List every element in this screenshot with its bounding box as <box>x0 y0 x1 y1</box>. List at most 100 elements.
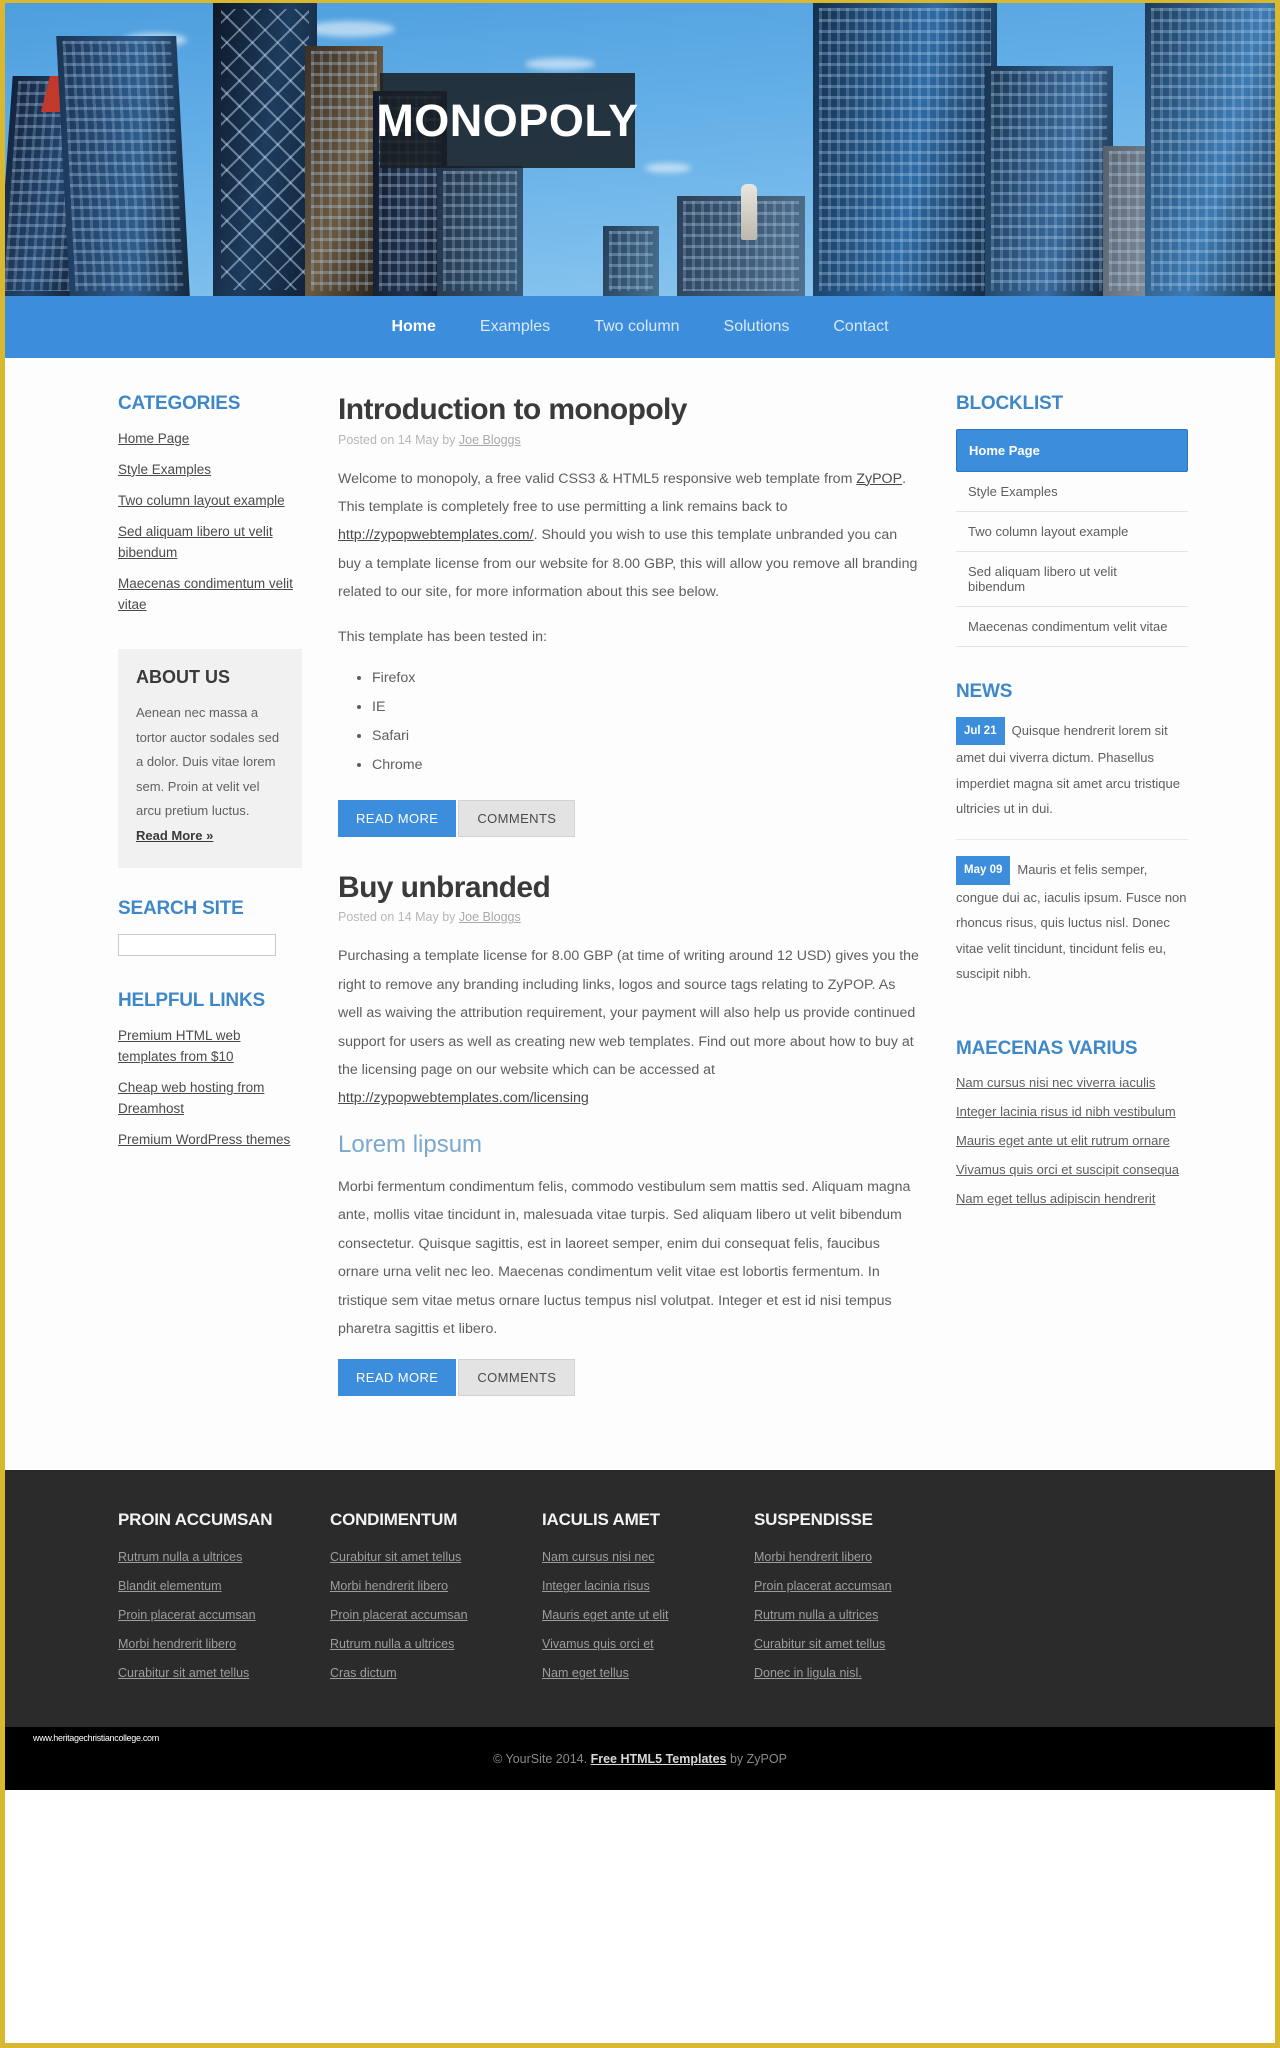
footer-link[interactable]: Integer lacinia risus <box>542 1579 650 1593</box>
footer-link[interactable]: Proin placerat accumsan <box>118 1608 256 1622</box>
licensing-link[interactable]: http://zypopwebtemplates.com/licensing <box>338 1090 589 1106</box>
list-item: Premium WordPress themes <box>118 1130 302 1151</box>
helpful-links-title: HELPFUL LINKS <box>118 990 265 1012</box>
site-logo-text: MONOPOLY <box>376 94 639 146</box>
category-link[interactable]: Style Examples <box>118 462 211 477</box>
footer-link[interactable]: Proin placerat accumsan <box>330 1608 468 1622</box>
nav-list: Home Examples Two column Solutions Conta… <box>369 318 910 336</box>
post-author-link[interactable]: Joe Bloggs <box>459 433 521 447</box>
about-read-more-link[interactable]: Read More » <box>136 828 213 843</box>
search-widget: SEARCH SITE <box>118 898 302 957</box>
blocklist-widget: BLOCKLIST Home Page Style Examples Two c… <box>956 393 1188 647</box>
varius-link[interactable]: Nam cursus nisi nec viverra iaculis <box>956 1075 1155 1090</box>
list-item: Safari <box>372 725 920 747</box>
list-item: Nam cursus nisi nec viverra iaculis <box>956 1074 1188 1092</box>
list-item: Curabitur sit amet tellus <box>330 1548 542 1566</box>
helpful-link[interactable]: Premium WordPress themes <box>118 1132 290 1147</box>
category-link[interactable]: Two column layout example <box>118 493 285 508</box>
post-text-a: Purchasing a template license for 8.00 G… <box>338 948 919 1079</box>
blocklist-item[interactable]: Maecenas condimentum velit vitae <box>956 607 1188 647</box>
post-paragraph: Welcome to monopoly, a free valid CSS3 &… <box>338 465 920 607</box>
categories-title: CATEGORIES <box>118 393 241 414</box>
list-item: Proin placerat accumsan <box>330 1606 542 1624</box>
left-sidebar: CATEGORIES Home Page Style Examples Two … <box>50 393 322 1430</box>
footer-link[interactable]: Curabitur sit amet tellus <box>330 1550 461 1564</box>
list-item: Rutrum nulla a ultrices <box>754 1606 966 1624</box>
footer-link[interactable]: Rutrum nulla a ultrices <box>330 1637 454 1651</box>
post-meta: Posted on 14 May by Joe Bloggs <box>338 910 920 924</box>
footer-link[interactable]: Curabitur sit amet tellus <box>754 1637 885 1651</box>
nav-item-home[interactable]: Home <box>369 318 457 336</box>
news-date-badge: Jul 21 <box>956 717 1005 746</box>
helpful-link[interactable]: Cheap web hosting from Dreamhost <box>118 1080 264 1116</box>
blocklist-item[interactable]: Two column layout example <box>956 512 1188 552</box>
nav-item-contact[interactable]: Contact <box>811 318 910 336</box>
read-more-button[interactable]: READ MORE <box>338 799 457 837</box>
news-item: Jul 21 Quisque hendrerit lorem sit amet d… <box>956 717 1188 841</box>
blocklist-item[interactable]: Sed aliquam libero ut velit bibendum <box>956 552 1188 607</box>
varius-link[interactable]: Vivamus quis orci et suscipit consequa <box>956 1162 1179 1177</box>
footer-link[interactable]: Rutrum nulla a ultrices <box>754 1608 878 1622</box>
zypop-url-link[interactable]: http://zypopwebtemplates.com/ <box>338 527 534 543</box>
site-logo[interactable]: MONOPOLY <box>376 73 638 168</box>
footer-link[interactable]: Morbi hendrerit libero <box>330 1579 448 1593</box>
footer-column-suspendisse: SUSPENDISSE Morbi hendrerit libero Proin… <box>754 1510 966 1693</box>
cloud <box>525 58 595 70</box>
comments-button[interactable]: COMMENTS <box>458 1359 576 1397</box>
list-item: Proin placerat accumsan <box>118 1606 330 1624</box>
blocklist-list: Home Page Style Examples Two column layo… <box>956 429 1188 647</box>
news-item: May 09 Mauris et felis semper, congue dui… <box>956 856 1188 1004</box>
category-link[interactable]: Home Page <box>118 431 189 446</box>
footer-link[interactable]: Proin placerat accumsan <box>754 1579 892 1593</box>
list-item: Curabitur sit amet tellus <box>118 1664 330 1682</box>
helpful-link[interactable]: Premium HTML web templates from $10 <box>118 1028 241 1064</box>
blocklist-item-home-page[interactable]: Home Page <box>956 429 1188 472</box>
post-text-a: Welcome to monopoly, a free valid CSS3 &… <box>338 470 857 487</box>
list-item: Blandit elementum <box>118 1577 330 1595</box>
list-item: Cras dictum <box>330 1664 542 1682</box>
nav-item-two-column[interactable]: Two column <box>572 318 701 336</box>
helpful-links-widget: HELPFUL LINKS Premium HTML web templates… <box>118 990 302 1151</box>
varius-link[interactable]: Nam eget tellus adipiscin hendrerit <box>956 1191 1155 1206</box>
about-us-widget: ABOUT US Aenean nec massa a tortor aucto… <box>118 649 302 869</box>
list-item: Rutrum nulla a ultrices <box>118 1548 330 1566</box>
right-sidebar: BLOCKLIST Home Page Style Examples Two c… <box>942 393 1230 1430</box>
varius-link[interactable]: Integer lacinia risus id nibh vestibulum <box>956 1104 1176 1119</box>
list-item: Morbi hendrerit libero <box>118 1635 330 1653</box>
search-input[interactable] <box>118 934 276 957</box>
varius-link[interactable]: Mauris eget ante ut elit rutrum ornare <box>956 1133 1170 1148</box>
footer-link[interactable]: Cras dictum <box>330 1666 397 1680</box>
nav-item-examples[interactable]: Examples <box>458 318 572 336</box>
blocklist-item[interactable]: Style Examples <box>956 472 1188 512</box>
news-title: NEWS <box>956 681 1013 702</box>
category-link[interactable]: Maecenas condimentum velit vitae <box>118 576 293 612</box>
nav-item-solutions[interactable]: Solutions <box>702 318 812 336</box>
list-item: IE <box>372 696 920 718</box>
comments-button[interactable]: COMMENTS <box>458 799 576 837</box>
list-item: Morbi hendrerit libero <box>330 1577 542 1595</box>
watermark-text: www.heritagechristiancollege.com <box>33 1733 159 1744</box>
footer-link[interactable]: Blandit elementum <box>118 1579 222 1593</box>
footer-link[interactable]: Rutrum nulla a ultrices <box>118 1550 242 1564</box>
building <box>603 226 659 296</box>
read-more-button[interactable]: READ MORE <box>338 1359 457 1397</box>
building <box>437 166 523 296</box>
main-navigation: Home Examples Two column Solutions Conta… <box>5 296 1275 361</box>
list-item: Curabitur sit amet tellus <box>754 1635 966 1653</box>
free-templates-link[interactable]: Free HTML5 Templates <box>591 1752 727 1766</box>
post-author-link[interactable]: Joe Bloggs <box>459 910 521 924</box>
category-link[interactable]: Sed aliquam libero ut velit bibendum <box>118 524 273 560</box>
footer-link[interactable]: Mauris eget ante ut elit <box>542 1608 668 1622</box>
footer-link[interactable]: Donec in ligula nisl. <box>754 1666 862 1680</box>
footer-link[interactable]: Curabitur sit amet tellus <box>118 1666 249 1680</box>
list-item: Maecenas condimentum velit vitae <box>118 574 302 616</box>
list-item: Nam cursus nisi nec <box>542 1548 754 1566</box>
page-body: CATEGORIES Home Page Style Examples Two … <box>5 361 1275 1471</box>
footer-link[interactable]: Morbi hendrerit libero <box>754 1550 872 1564</box>
footer-link[interactable]: Vivamus quis orci et <box>542 1637 654 1651</box>
footer-link[interactable]: Nam cursus nisi nec <box>542 1550 655 1564</box>
footer-link[interactable]: Nam eget tellus <box>542 1666 629 1680</box>
helpful-links-list: Premium HTML web templates from $10 Chea… <box>118 1026 302 1151</box>
footer-link[interactable]: Morbi hendrerit libero <box>118 1637 236 1651</box>
zypop-link[interactable]: ZyPOP <box>856 471 902 487</box>
